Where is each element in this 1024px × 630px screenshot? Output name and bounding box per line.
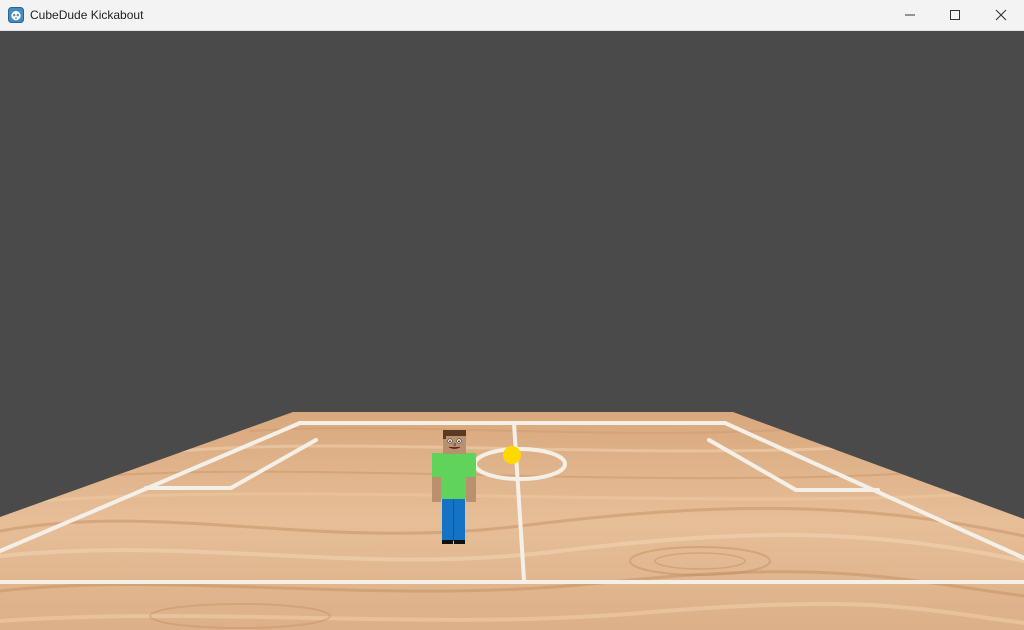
ball xyxy=(503,446,521,464)
minimize-icon xyxy=(905,14,915,16)
player-left-shoe xyxy=(442,540,453,544)
minimize-button[interactable] xyxy=(887,0,933,31)
player-left-arm xyxy=(432,453,441,477)
window-title: CubeDude Kickabout xyxy=(30,8,144,22)
game-scene xyxy=(0,31,1024,630)
game-viewport[interactable] xyxy=(0,31,1024,630)
player-right-arm xyxy=(466,453,476,477)
title-bar[interactable]: CubeDude Kickabout xyxy=(0,0,1024,31)
player-torso xyxy=(441,453,466,499)
player-right-hand xyxy=(466,477,476,502)
player-right-shoe xyxy=(454,540,465,544)
maximize-icon xyxy=(950,10,960,20)
player-hair xyxy=(443,430,466,436)
game-window: CubeDude Kickabout xyxy=(0,0,1024,630)
close-button[interactable] xyxy=(978,0,1024,31)
close-icon xyxy=(995,9,1007,21)
player-left-hand xyxy=(432,477,441,502)
maximize-button[interactable] xyxy=(932,0,978,31)
app-icon xyxy=(8,7,24,23)
